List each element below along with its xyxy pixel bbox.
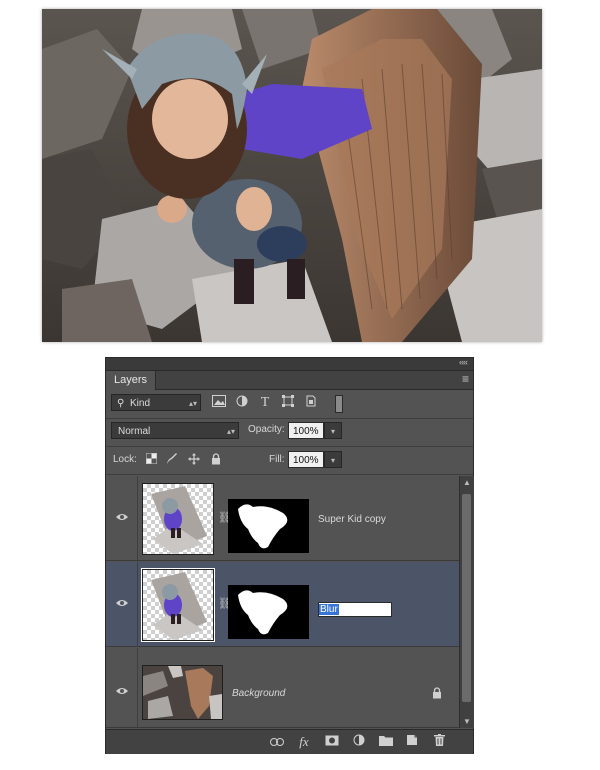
lock-all-icon[interactable] [209, 453, 223, 467]
trash-icon[interactable] [431, 734, 447, 750]
divider [106, 446, 473, 447]
filter-pixel-layers-icon[interactable] [211, 395, 227, 411]
filter-shape-layers-icon[interactable] [280, 395, 296, 411]
composite-photo [42, 9, 542, 342]
fill-slider-toggle[interactable]: ▾ [324, 451, 342, 468]
lock-position-icon[interactable] [187, 453, 201, 467]
divider [137, 562, 138, 646]
eye-visibility-icon[interactable] [116, 512, 128, 522]
search-icon: ⚲ [117, 398, 125, 409]
layer-name[interactable]: Super Kid copy [318, 514, 386, 525]
layer-thumbnail[interactable] [141, 568, 215, 642]
layer-thumbnail[interactable] [142, 483, 214, 555]
layer-row-background[interactable]: Background [106, 648, 459, 728]
adjustment-layer-icon[interactable] [351, 734, 367, 750]
lock-image-pixels-icon[interactable] [165, 453, 179, 467]
scroll-up-icon[interactable]: ▲ [463, 478, 471, 487]
layers-bottom-toolbar: fx [106, 729, 473, 754]
opacity-label: Opacity: [248, 424, 285, 435]
layer-row-super-kid-copy[interactable]: ⛓ Super Kid copy [106, 476, 459, 561]
panel-titlebar: «« × [106, 357, 473, 371]
mask-link-icon[interactable]: ⛓ [218, 511, 232, 525]
opacity-slider-toggle[interactable]: ▾ [324, 422, 342, 439]
layer-name-selection: Blur [319, 604, 339, 615]
lock-label: Lock: [113, 454, 137, 465]
chevron-updown-icon: ▴▾ [188, 399, 197, 408]
panel-menu-icon[interactable]: ≡ [462, 372, 469, 386]
chevron-updown-icon: ▴▾ [226, 427, 235, 436]
divider [137, 476, 138, 560]
divider [106, 418, 473, 419]
filter-kind-dropdown[interactable]: ⚲ Kind ▴▾ [111, 394, 201, 411]
layer-locked-icon [433, 687, 441, 699]
filter-smart-objects-icon[interactable] [303, 395, 319, 411]
filter-adjustment-layers-icon[interactable] [234, 395, 250, 411]
scrollbar-thumb[interactable] [462, 494, 471, 702]
layer-mask-thumbnail[interactable] [228, 585, 309, 639]
collapse-icon[interactable]: «« [459, 357, 468, 367]
mask-link-icon[interactable]: ⛓ [218, 597, 232, 611]
layer-mask-thumbnail[interactable] [228, 499, 309, 553]
blend-mode-dropdown[interactable]: Normal ▴▾ [111, 422, 239, 439]
eye-visibility-icon[interactable] [116, 686, 128, 696]
scroll-down-icon[interactable]: ▼ [463, 717, 471, 726]
panel-tabs: Layers ≡ [106, 371, 473, 390]
fill-label: Fill: [269, 454, 285, 465]
new-group-icon[interactable] [378, 734, 394, 750]
add-mask-icon[interactable] [324, 734, 340, 750]
lock-transparent-pixels-icon[interactable] [144, 453, 158, 467]
layer-name[interactable]: Background [232, 688, 285, 699]
filter-toggle-switch[interactable] [335, 395, 343, 413]
filter-kind-label: Kind [130, 398, 151, 409]
layers-list: ⛓ Super Kid copy ⛓ Blur Background [106, 476, 459, 728]
fx-icon[interactable]: fx [296, 734, 312, 750]
blend-mode-value: Normal [118, 426, 151, 437]
layer-thumbnail[interactable] [142, 665, 223, 720]
fill-input[interactable]: 100% [288, 451, 324, 468]
filter-type-layers-icon[interactable]: T [257, 395, 273, 411]
layers-panel: «« × Layers ≡ ⚲ Kind ▴▾ T Normal ▴▾ Opac… [105, 357, 474, 754]
link-icon[interactable] [269, 734, 285, 750]
new-layer-icon[interactable] [404, 734, 420, 750]
tab-layers[interactable]: Layers [106, 371, 157, 390]
layer-row-blur[interactable]: ⛓ Blur [106, 562, 459, 647]
eye-visibility-icon[interactable] [116, 598, 128, 608]
layers-scrollbar[interactable]: ▲ ▼ [459, 476, 474, 728]
divider [137, 648, 138, 727]
opacity-input[interactable]: 100% [288, 422, 324, 439]
layer-name-edit-input[interactable]: Blur [318, 602, 392, 617]
divider [106, 474, 473, 475]
